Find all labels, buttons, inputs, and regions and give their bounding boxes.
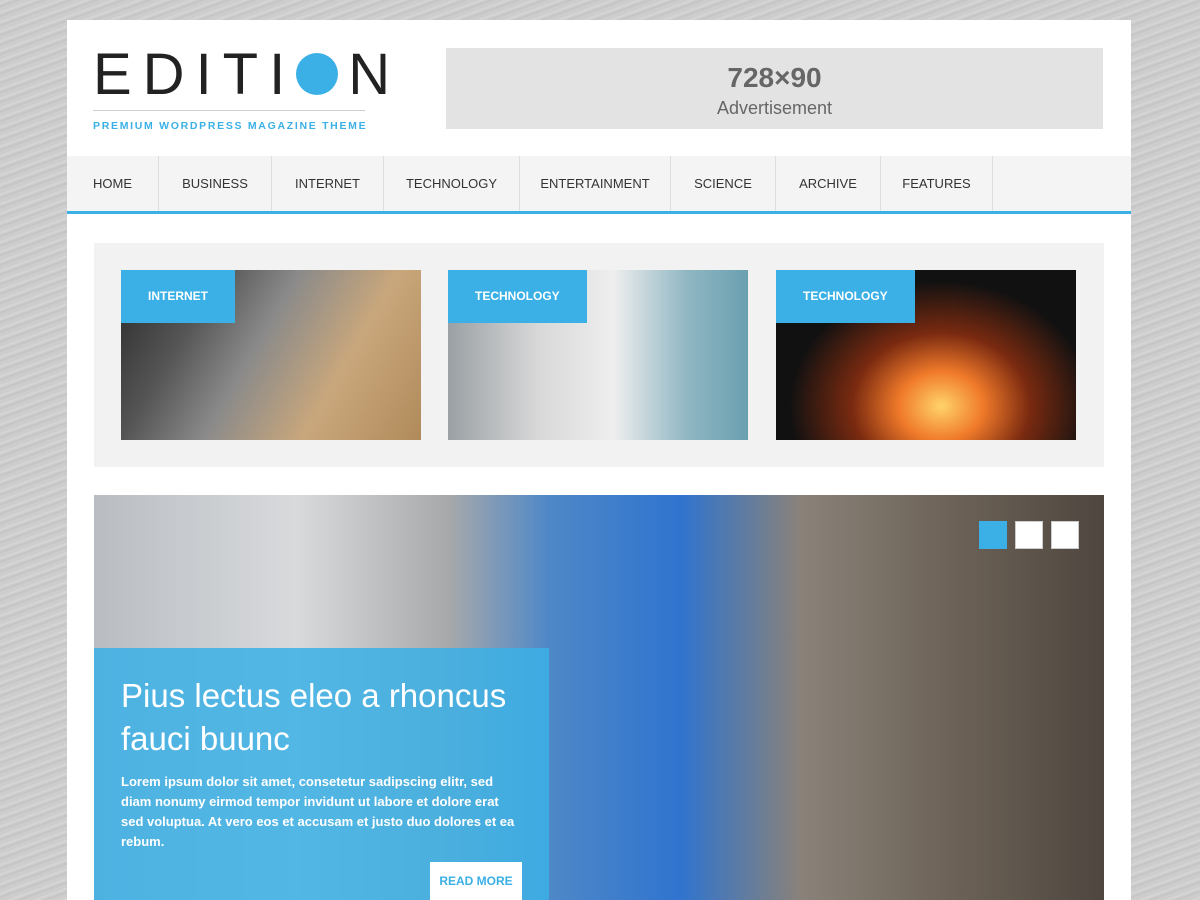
slide-title[interactable]: Pius lectus eleo a rhoncus fauci buunc (121, 674, 522, 760)
ad-label: Advertisement (716, 98, 833, 118)
nav-item-internet[interactable]: INTERNET (272, 156, 384, 211)
ad-size-label: 728×90 (727, 62, 822, 93)
advertisement-banner[interactable]: 728×90 Advertisement (446, 48, 1103, 129)
slider-pagination (979, 521, 1079, 549)
read-more-button[interactable]: READ MORE (430, 862, 522, 900)
nav-item-technology[interactable]: TECHNOLOGY (384, 156, 520, 211)
featured-posts: INTERNET TECHNOLOGY TECHNOLOGY (94, 243, 1104, 467)
slide-caption: Pius lectus eleo a rhoncus fauci buunc L… (94, 648, 549, 900)
nav-item-science[interactable]: SCIENCE (671, 156, 776, 211)
nav-item-archive[interactable]: ARCHIVE (776, 156, 881, 211)
nav-item-features[interactable]: FEATURES (881, 156, 993, 211)
nav-item-home[interactable]: HOME (67, 156, 159, 211)
nav-item-entertainment[interactable]: ENTERTAINMENT (520, 156, 671, 211)
logo-wordmark: EDITI N (93, 42, 402, 107)
logo-tagline: PREMIUM WORDPRESS MAGAZINE THEME (93, 120, 368, 132)
featured-card[interactable]: TECHNOLOGY (448, 270, 748, 440)
featured-card[interactable]: TECHNOLOGY (776, 270, 1076, 440)
featured-card[interactable]: INTERNET (121, 270, 421, 440)
nav-item-business[interactable]: BUSINESS (159, 156, 272, 211)
slider-dot-3[interactable] (1051, 521, 1079, 549)
logo-dot-icon (296, 52, 339, 95)
slider-dot-2[interactable] (1015, 521, 1043, 549)
logo-divider (93, 110, 365, 111)
category-badge[interactable]: INTERNET (121, 270, 235, 323)
category-badge[interactable]: TECHNOLOGY (448, 270, 587, 323)
slide-excerpt: Lorem ipsum dolor sit amet, consetetur s… (121, 774, 515, 849)
main-navigation: HOME BUSINESS INTERNET TECHNOLOGY ENTERT… (67, 156, 1131, 214)
slider-dot-1[interactable] (979, 521, 1007, 549)
category-badge[interactable]: TECHNOLOGY (776, 270, 915, 323)
site-header: EDITI N PREMIUM WORDPRESS MAGAZINE THEME … (67, 20, 1131, 156)
site-logo[interactable]: EDITI N PREMIUM WORDPRESS MAGAZINE THEME (93, 44, 390, 134)
featured-slider: Pius lectus eleo a rhoncus fauci buunc L… (94, 495, 1104, 900)
page: EDITI N PREMIUM WORDPRESS MAGAZINE THEME … (67, 20, 1131, 900)
